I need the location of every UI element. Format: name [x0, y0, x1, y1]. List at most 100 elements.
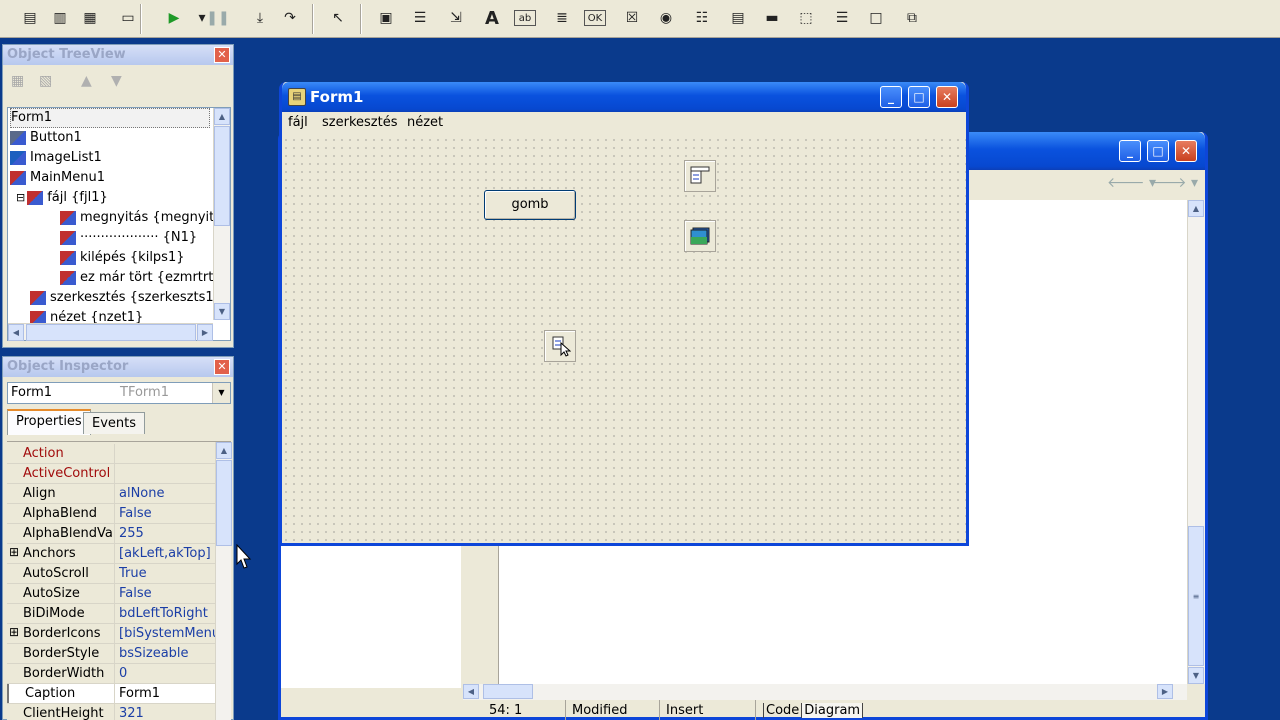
treeview-item[interactable]: ··················· {N1}: [60, 228, 197, 248]
property-value[interactable]: bsSizeable: [117, 644, 219, 663]
tab-events[interactable]: Events: [83, 412, 146, 434]
scrollbar-icon[interactable]: ▬: [760, 6, 784, 30]
property-value[interactable]: [akLeft,akTop]: [117, 544, 219, 563]
main-menu-icon[interactable]: ☰: [408, 6, 432, 30]
property-value[interactable]: [117, 444, 219, 463]
property-value[interactable]: False: [117, 584, 219, 603]
hscroll-thumb[interactable]: [483, 684, 533, 699]
property-value[interactable]: True: [117, 564, 219, 583]
property-row[interactable]: AlphaBlend False: [7, 504, 219, 524]
mainmenu-component-icon[interactable]: [684, 160, 716, 192]
treeview-item[interactable]: ⊟ fájl {fjl1}: [16, 188, 108, 208]
form-close-button[interactable]: ✕: [936, 86, 958, 108]
tab-properties[interactable]: Properties: [7, 409, 91, 435]
chevron-down-icon[interactable]: ▼: [212, 383, 230, 403]
popupmenu-component-icon[interactable]: [544, 330, 576, 362]
treeview-item[interactable]: szerkesztés {szerkeszts1}: [30, 288, 222, 308]
actionlist-icon[interactable]: ⧉: [900, 6, 924, 30]
move-down-icon[interactable]: ▼: [111, 73, 122, 89]
property-row[interactable]: AutoScroll True: [7, 564, 219, 584]
property-value[interactable]: False: [117, 504, 219, 523]
treeview-hscrollbar[interactable]: ◀ ▶: [8, 323, 213, 341]
treeview-item[interactable]: ez már tört {ezmrtrt1}: [60, 268, 230, 288]
delete-item-icon[interactable]: ▧: [39, 73, 52, 89]
treeview-close-icon[interactable]: ✕: [214, 47, 230, 63]
property-row[interactable]: Align alNone: [7, 484, 219, 504]
scroll-up-icon[interactable]: ▲: [216, 442, 232, 459]
label-icon[interactable]: A: [480, 6, 504, 30]
treeview-item[interactable]: kilépés {kilps1}: [60, 248, 185, 268]
form-titlebar[interactable]: ▤ Form1 _ □ ✕: [282, 82, 966, 112]
listbox-icon[interactable]: ☷: [690, 6, 714, 30]
scroll-down-icon[interactable]: ▼: [214, 303, 230, 320]
new-item-icon[interactable]: ▦: [11, 73, 24, 89]
property-value[interactable]: 255: [117, 524, 219, 543]
property-value[interactable]: Form1: [117, 684, 219, 703]
property-row[interactable]: ⊞ BorderIcons [biSystemMenu,: [7, 624, 219, 644]
radio-icon[interactable]: ◉: [654, 6, 678, 30]
property-value[interactable]: 0: [117, 664, 219, 683]
menu-item-1[interactable]: szerkesztés: [322, 115, 397, 130]
form-design-surface[interactable]: gomb: [282, 136, 966, 543]
imagelist-component-icon[interactable]: [684, 220, 716, 252]
editor-maximize-button[interactable]: □: [1147, 140, 1169, 162]
scroll-up-icon[interactable]: ▲: [1188, 200, 1204, 217]
checkbox-icon[interactable]: ☒: [620, 6, 644, 30]
combobox-icon[interactable]: ▤: [726, 6, 750, 30]
treeview-vscrollbar[interactable]: ▲ ▼: [213, 108, 230, 320]
scroll-thumb[interactable]: [214, 126, 230, 226]
property-row[interactable]: ActiveControl: [7, 464, 219, 484]
property-row[interactable]: AutoSize False: [7, 584, 219, 604]
menu-item-0[interactable]: fájl: [288, 115, 308, 130]
popup-menu-icon[interactable]: ⇲: [444, 6, 468, 30]
editor-close-button[interactable]: ✕: [1175, 140, 1197, 162]
property-row[interactable]: Action: [7, 444, 219, 464]
expand-icon[interactable]: ⊞: [9, 625, 19, 639]
scroll-left-icon[interactable]: ◀: [463, 684, 479, 699]
scroll-up-icon[interactable]: ▲: [214, 108, 230, 125]
groupbox-icon[interactable]: ⬚: [794, 6, 818, 30]
property-value[interactable]: alNone: [117, 484, 219, 503]
step-into-icon[interactable]: ⤓: [248, 6, 272, 30]
property-value[interactable]: bdLeftToRight: [117, 604, 219, 623]
gomb-button[interactable]: gomb: [484, 190, 576, 220]
property-value[interactable]: [biSystemMenu,: [117, 624, 219, 643]
form-minimize-button[interactable]: _: [880, 86, 902, 108]
property-row[interactable]: ⊞ Anchors [akLeft,akTop]: [7, 544, 219, 564]
treeview-item[interactable]: megnyitás {megnyits1: [60, 208, 229, 228]
tab-diagram[interactable]: Diagram: [801, 703, 863, 718]
property-row[interactable]: ClientHeight 321: [7, 704, 219, 720]
scroll-thumb[interactable]: ≡: [1188, 526, 1204, 666]
object-selector[interactable]: Form1 TForm1 ▼: [7, 382, 231, 404]
frames-icon[interactable]: ▣: [374, 6, 398, 30]
tab-code[interactable]: Code: [763, 703, 802, 718]
save-all-icon[interactable]: ▦: [78, 6, 102, 30]
property-row[interactable]: BiDiMode bdLeftToRight: [7, 604, 219, 624]
scroll-left-icon[interactable]: ◀: [8, 324, 24, 341]
collapse-icon[interactable]: ⊟: [16, 191, 25, 204]
inspector-close-icon[interactable]: ✕: [214, 359, 230, 375]
new-items-icon[interactable]: ▤: [18, 6, 42, 30]
scroll-down-icon[interactable]: ▼: [1188, 667, 1204, 684]
forward-arrow-icon[interactable]: 🡒 ▾: [1149, 174, 1198, 191]
move-up-icon[interactable]: ▲: [81, 73, 92, 89]
property-row[interactable]: AlphaBlendValu 255: [7, 524, 219, 544]
treeview-item[interactable]: Button1: [10, 128, 82, 148]
pointer-icon[interactable]: ↖: [326, 6, 350, 30]
toggle-form-icon[interactable]: ▭: [116, 6, 140, 30]
property-row[interactable]: Caption Form1: [7, 684, 219, 704]
memo-icon[interactable]: ≣: [550, 6, 574, 30]
property-value[interactable]: [117, 464, 219, 483]
scroll-thumb[interactable]: [216, 460, 232, 546]
radiogroup-icon[interactable]: ☰: [830, 6, 854, 30]
hscroll-thumb[interactable]: [26, 324, 196, 341]
editor-vscrollbar[interactable]: ▲ ≡ ▼: [1187, 200, 1205, 684]
step-over-icon[interactable]: ↷: [278, 6, 302, 30]
scroll-right-icon[interactable]: ▶: [1157, 684, 1173, 699]
property-grid-vscrollbar[interactable]: ▲: [215, 442, 232, 720]
editor-hscrollbar[interactable]: ◀ ▶: [463, 684, 1187, 700]
property-row[interactable]: BorderWidth 0: [7, 664, 219, 684]
treeview-item[interactable]: MainMenu1: [10, 168, 105, 188]
form-maximize-button[interactable]: □: [908, 86, 930, 108]
pause-icon[interactable]: ❚❚: [206, 6, 230, 30]
